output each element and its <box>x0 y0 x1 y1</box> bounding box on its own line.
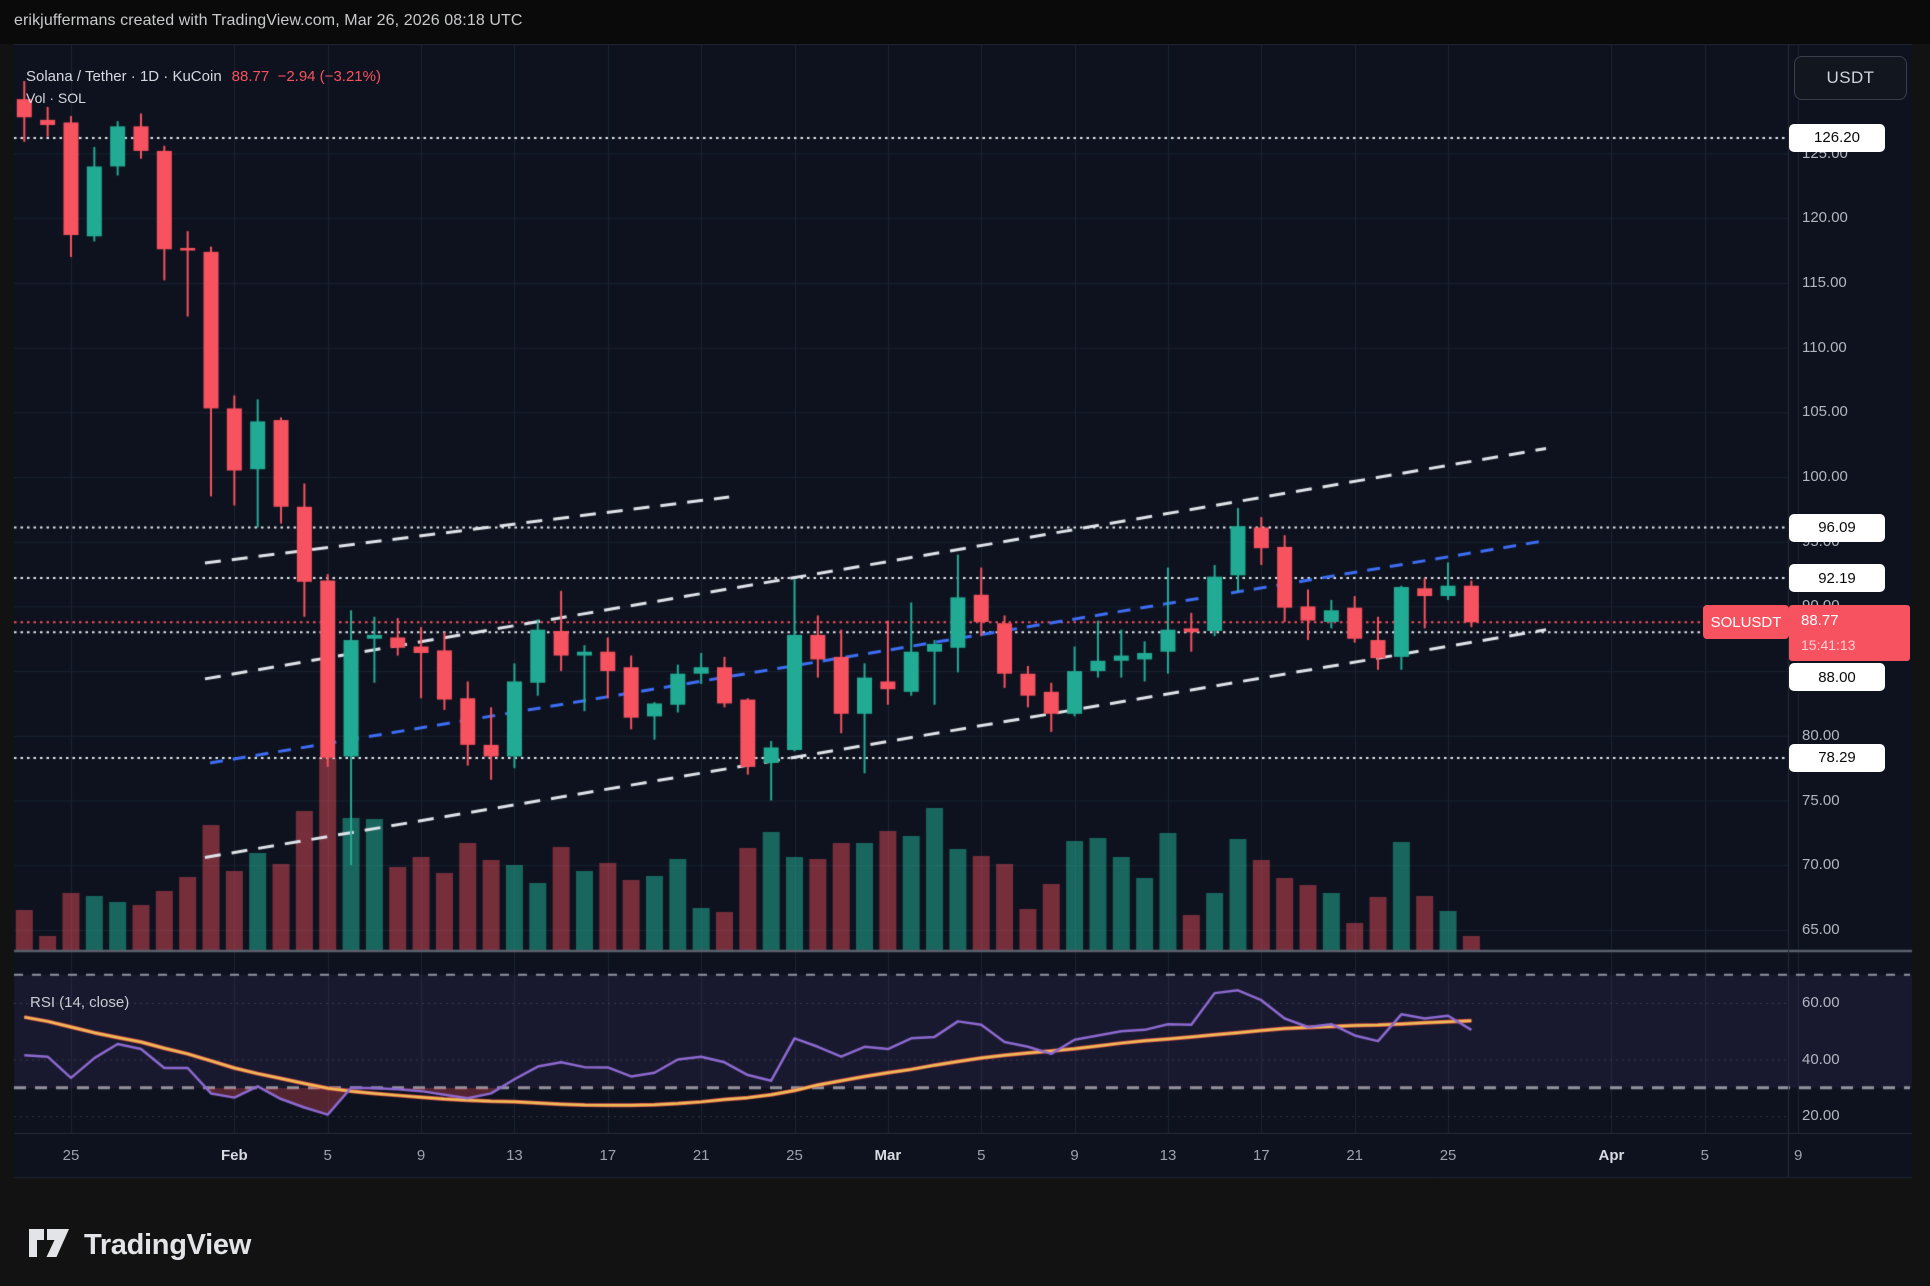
time-axis-label[interactable]: 21 <box>693 1147 710 1164</box>
price-axis-label: 110.00 <box>1802 339 1847 356</box>
time-axis-label[interactable]: 13 <box>1160 1147 1177 1164</box>
rsi-axis-label: 60.00 <box>1802 994 1840 1011</box>
price-axis-label: 120.00 <box>1802 209 1848 226</box>
price-axis-label: 65.00 <box>1802 921 1840 938</box>
symbol-header[interactable]: Solana / Tether · 1D · KuCoin 88.77 −2.94… <box>26 68 381 85</box>
time-axis-label[interactable]: 5 <box>1701 1147 1709 1164</box>
price-axis-label: 105.00 <box>1802 403 1848 420</box>
price-axis-label: 75.00 <box>1802 792 1840 809</box>
alert-price-tag: 96.09 <box>1789 514 1885 542</box>
current-price-axis-tag: 88.77 15:41:13 <box>1789 605 1910 661</box>
price-axis-label: 80.00 <box>1802 727 1840 744</box>
current-price-symbol-tag: SOLUSDT <box>1703 605 1789 639</box>
time-axis-label[interactable]: 5 <box>324 1147 332 1164</box>
alert-price-tag: 78.29 <box>1789 744 1885 772</box>
time-axis-label[interactable]: 9 <box>417 1147 425 1164</box>
time-axis-label[interactable]: Mar <box>875 1147 902 1164</box>
attribution-text: erikjuffermans created with TradingView.… <box>14 12 523 30</box>
time-axis-label[interactable]: 17 <box>1253 1147 1270 1164</box>
tradingview-logo-text: TradingView <box>84 1229 251 1262</box>
attribution-bar: erikjuffermans created with TradingView.… <box>0 0 1930 44</box>
time-axis-label[interactable]: Feb <box>221 1147 248 1164</box>
tradingview-logo-icon <box>28 1224 70 1267</box>
rsi-indicator-label[interactable]: RSI (14, close) <box>30 994 129 1011</box>
time-axis-label[interactable]: 21 <box>1346 1147 1363 1164</box>
volume-legend[interactable]: Vol · SOL <box>26 90 86 106</box>
time-axis-label[interactable]: Apr <box>1598 1147 1624 1164</box>
last-price-change: 88.77 −2.94 (−3.21%) <box>232 68 381 85</box>
price-axis-label: 70.00 <box>1802 856 1840 873</box>
price-axis-label: 100.00 <box>1802 468 1848 485</box>
symbol-title: Solana / Tether · 1D · KuCoin <box>26 68 222 85</box>
bar-close-countdown: 15:41:13 <box>1801 633 1910 657</box>
current-price-value: 88.77 <box>1801 609 1910 633</box>
time-axis-label[interactable]: 5 <box>977 1147 985 1164</box>
alert-price-tag: 92.19 <box>1789 564 1885 592</box>
rsi-axis-label: 20.00 <box>1802 1107 1840 1124</box>
time-axis-label[interactable]: 9 <box>1070 1147 1078 1164</box>
price-axis-label: 115.00 <box>1802 274 1847 291</box>
chart-surface[interactable] <box>0 0 1930 1286</box>
time-axis-label[interactable]: 17 <box>599 1147 616 1164</box>
tradingview-published-chart: erikjuffermans created with TradingView.… <box>0 0 1930 1286</box>
time-axis-label[interactable]: 25 <box>1440 1147 1457 1164</box>
rsi-axis-label: 40.00 <box>1802 1051 1840 1068</box>
time-axis-label[interactable]: 13 <box>506 1147 523 1164</box>
alert-price-tag: 126.20 <box>1789 124 1885 152</box>
time-axis-label[interactable]: 25 <box>63 1147 80 1164</box>
alert-price-tag: 88.00 <box>1789 663 1885 691</box>
currency-toggle-button[interactable]: USDT <box>1794 56 1907 100</box>
time-axis-label[interactable]: 9 <box>1794 1147 1802 1164</box>
tradingview-footer[interactable]: TradingView <box>28 1224 251 1267</box>
time-axis-label[interactable]: 25 <box>786 1147 803 1164</box>
